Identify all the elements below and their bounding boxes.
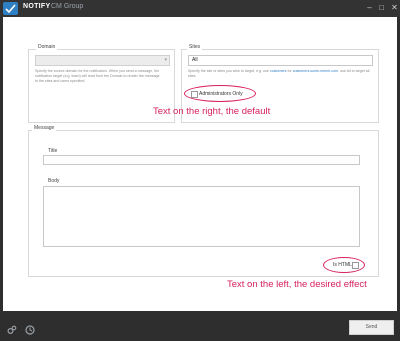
annotation-left-text: Text on the left, the desired effect: [227, 279, 367, 290]
footer-bar: [0, 311, 400, 341]
sites-help-text: Specify the site or sites you wish to ta…: [188, 69, 370, 79]
domain-help-text: Specify the source domain for the notifi…: [35, 69, 160, 83]
group-name: CM Group: [51, 3, 84, 10]
clock-icon[interactable]: [25, 322, 35, 335]
title-input[interactable]: [43, 155, 360, 165]
sites-label: Sites: [187, 44, 203, 50]
app-title: NOTIFY: [23, 3, 51, 10]
sites-input-value: All: [192, 57, 198, 63]
gears-icon[interactable]: [7, 322, 17, 335]
domain-select[interactable]: ▾: [35, 55, 170, 66]
sites-help-highlight-1: customers: [269, 69, 287, 73]
body-textarea[interactable]: [43, 186, 360, 247]
domain-label: Domain: [36, 44, 58, 50]
body-label: Body: [48, 178, 60, 184]
app-logo-icon: [3, 2, 18, 15]
title-bar: NOTIFY CM Group – □ ✕: [0, 0, 400, 17]
annotation-right-text: Text on the right, the default: [153, 106, 271, 117]
annotation-oval-right: [184, 85, 256, 102]
maximize-button[interactable]: □: [376, 2, 387, 13]
close-button[interactable]: ✕: [389, 2, 400, 13]
sites-help-highlight-2: customers.some-merch.com: [292, 69, 339, 73]
title-label: Title: [48, 148, 58, 154]
minimize-button[interactable]: –: [364, 2, 375, 13]
chevron-down-icon: ▾: [164, 57, 167, 63]
annotation-oval-left: [323, 257, 365, 273]
notify-window: NOTIFY CM Group – □ ✕ Domain ▾ Specify t…: [0, 0, 400, 341]
sites-help-prefix: Specify the site or sites you wish to ta…: [188, 69, 270, 73]
sites-input[interactable]: All: [188, 55, 373, 66]
notification-form: Domain ▾ Specify the source domain for t…: [3, 17, 397, 311]
send-button[interactable]: Send: [349, 320, 394, 335]
message-label: Message: [32, 125, 57, 131]
